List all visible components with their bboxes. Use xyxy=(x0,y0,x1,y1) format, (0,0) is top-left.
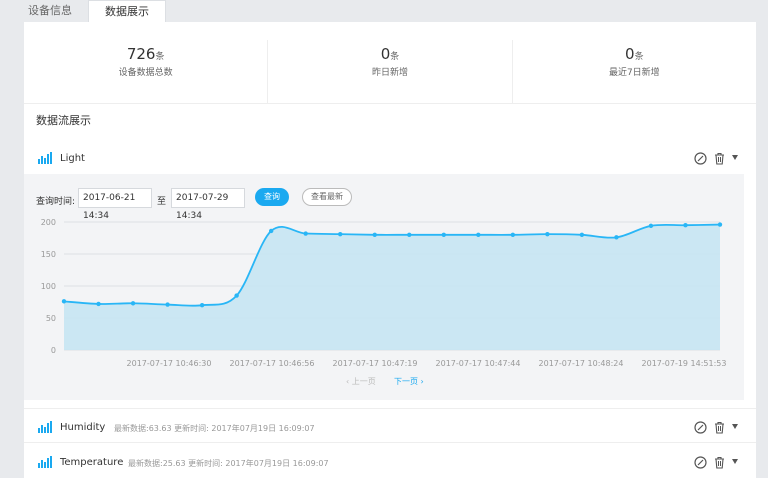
trash-icon[interactable] xyxy=(713,421,726,434)
data-point xyxy=(130,301,136,306)
to-label: 至 xyxy=(157,197,167,207)
x-tick-label: 2017-07-17 10:47:44 xyxy=(436,359,521,368)
y-tick-label: 100 xyxy=(41,282,56,291)
stat-value: 0 xyxy=(380,45,391,63)
divider xyxy=(24,408,756,409)
view-latest-button[interactable]: 查看最新 xyxy=(302,188,352,206)
stream-row-humidity[interactable]: Humidity 最新数据:63.63 更新时间: 2017年07月19日 16… xyxy=(24,413,756,443)
data-point xyxy=(683,223,688,228)
edit-icon[interactable] xyxy=(694,421,707,434)
stat-label: 设备数据总数 xyxy=(118,68,173,78)
trash-icon[interactable] xyxy=(713,152,726,165)
query-time-label: 查询时间: xyxy=(36,197,76,207)
y-tick-label: 200 xyxy=(41,218,56,227)
data-point xyxy=(648,223,654,229)
divider xyxy=(24,442,756,443)
x-tick-label: 2017-07-17 10:48:24 xyxy=(539,359,624,368)
data-point xyxy=(268,228,274,234)
section-title: 数据流展示 xyxy=(36,114,91,127)
edit-icon[interactable] xyxy=(694,152,707,165)
stat-value: 0 xyxy=(625,45,635,63)
data-point xyxy=(579,232,585,237)
y-tick-label: 50 xyxy=(46,314,56,323)
data-point xyxy=(545,231,550,237)
data-point xyxy=(510,232,516,237)
trash-icon[interactable] xyxy=(713,456,726,469)
data-point xyxy=(96,301,101,307)
stat-unit: 条 xyxy=(634,52,644,62)
bar-chart-icon xyxy=(38,456,52,468)
data-point xyxy=(476,232,481,237)
data-point xyxy=(234,293,239,298)
stream-name: Light xyxy=(60,153,85,164)
data-panel: 726条 设备数据总数 0条 昨日新增 0条 最近7日新增 数据流展示 Ligh… xyxy=(24,22,756,478)
data-point xyxy=(717,222,723,227)
caret-down-icon[interactable] xyxy=(732,459,738,464)
data-point xyxy=(407,232,412,237)
tab-bar: 设备信息 数据展示 xyxy=(12,0,166,22)
x-tick-label: 2017-07-17 10:46:56 xyxy=(230,359,315,368)
caret-down-icon[interactable] xyxy=(732,155,738,160)
bar-chart-icon xyxy=(38,421,52,433)
stream-row-temperature[interactable]: Temperature 最新数据:25.63 更新时间: 2017年07月19日… xyxy=(24,448,756,478)
stat-value: 726 xyxy=(126,45,156,63)
stat-total: 726条 设备数据总数 xyxy=(24,40,267,103)
y-tick-label: 0 xyxy=(51,346,56,355)
stream-meta: 最新数据:63.63 更新时间: 2017年07月19日 16:09:07 xyxy=(114,424,315,433)
end-date-input[interactable]: 2017-07-29 14:34 xyxy=(171,188,245,221)
x-tick-label: 2017-07-19 14:51:53 xyxy=(642,359,727,368)
stream-row-light[interactable]: Light xyxy=(24,144,756,174)
data-point xyxy=(165,302,170,307)
stat-last-7-days: 0条 最近7日新增 xyxy=(511,40,756,103)
stat-label: 最近7日新增 xyxy=(608,68,660,78)
data-point xyxy=(372,232,377,237)
stat-unit: 条 xyxy=(390,52,400,62)
query-button[interactable]: 查询 xyxy=(255,188,289,206)
bar-chart-icon xyxy=(38,152,52,164)
tab-device-info[interactable]: 设备信息 xyxy=(12,0,88,22)
stat-unit: 条 xyxy=(155,52,165,62)
stream-name: Humidity xyxy=(60,422,106,433)
stats-bar: 726条 设备数据总数 0条 昨日新增 0条 最近7日新增 xyxy=(24,40,756,104)
prev-page-link[interactable]: ‹ 上一页 xyxy=(346,376,376,387)
data-point xyxy=(199,303,205,308)
caret-down-icon[interactable] xyxy=(732,424,738,429)
start-date-input[interactable]: 2017-06-21 14:34 xyxy=(78,188,152,221)
x-tick-label: 2017-07-17 10:46:30 xyxy=(127,359,212,368)
stat-yesterday: 0条 昨日新增 xyxy=(267,40,511,103)
tab-data-display[interactable]: 数据展示 xyxy=(88,0,166,22)
stream-meta: 最新数据:25.63 更新时间: 2017年07月19日 16:09:07 xyxy=(128,459,329,468)
chart-panel: 查询时间: 2017-06-21 14:34 至 2017-07-29 14:3… xyxy=(24,174,744,400)
data-point xyxy=(614,235,619,240)
line-chart: 0 50 100 150 200 2017-07-17 10:46:30 2017-07-1… xyxy=(41,218,727,368)
series-area xyxy=(64,224,720,350)
y-tick-label: 150 xyxy=(41,250,56,259)
data-point xyxy=(61,299,67,304)
data-point xyxy=(338,231,343,237)
edit-icon[interactable] xyxy=(694,456,707,469)
x-tick-label: 2017-07-17 10:47:19 xyxy=(333,359,418,368)
next-page-link[interactable]: 下一页 › xyxy=(394,376,424,387)
data-point xyxy=(303,231,308,236)
stream-name: Temperature xyxy=(60,457,124,468)
stat-label: 昨日新增 xyxy=(371,68,408,78)
data-point xyxy=(441,232,446,237)
